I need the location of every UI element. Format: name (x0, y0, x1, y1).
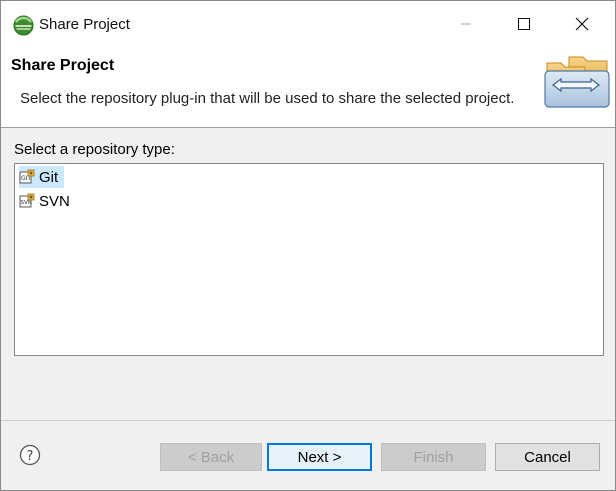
page-description: Select the repository plug-in that will … (20, 90, 515, 107)
list-item-label: Git (39, 168, 59, 186)
close-button[interactable] (553, 1, 611, 47)
finish-button[interactable]: Finish (381, 443, 486, 471)
list-item-label: SVN (39, 192, 70, 210)
list-item-svn[interactable]: SVN SVN (19, 190, 76, 212)
button-bar-divider (1, 420, 615, 421)
svn-repo-icon: SVN (19, 193, 35, 208)
cancel-button[interactable]: Cancel (495, 443, 600, 471)
minimize-button[interactable] (437, 1, 495, 47)
svg-text:?: ? (27, 449, 34, 464)
svg-text:SVN: SVN (21, 200, 32, 206)
window-title: Share Project (39, 16, 130, 33)
help-icon[interactable]: ? (19, 444, 41, 466)
eclipse-app-icon (13, 15, 34, 36)
title-bar[interactable]: Share Project (1, 1, 615, 47)
minimize-icon (461, 23, 471, 25)
git-repo-icon: GIT (19, 169, 35, 184)
wizard-content: Select a repository type: GIT Git SVN SV… (1, 128, 615, 420)
share-project-dialog: Share Project Share Project Select the r… (0, 0, 616, 491)
close-icon (575, 17, 589, 31)
maximize-icon (518, 18, 530, 30)
repository-type-label: Select a repository type: (14, 141, 175, 158)
back-button[interactable]: < Back (160, 443, 262, 471)
share-folders-banner-icon (544, 56, 610, 108)
page-title: Share Project (11, 57, 115, 74)
wizard-header: Share Project Select the repository plug… (1, 47, 615, 128)
next-button[interactable]: Next > (267, 443, 372, 471)
repository-type-list[interactable]: GIT Git SVN SVN (14, 163, 604, 356)
maximize-button[interactable] (495, 1, 553, 47)
list-item-git[interactable]: GIT Git (19, 166, 65, 188)
